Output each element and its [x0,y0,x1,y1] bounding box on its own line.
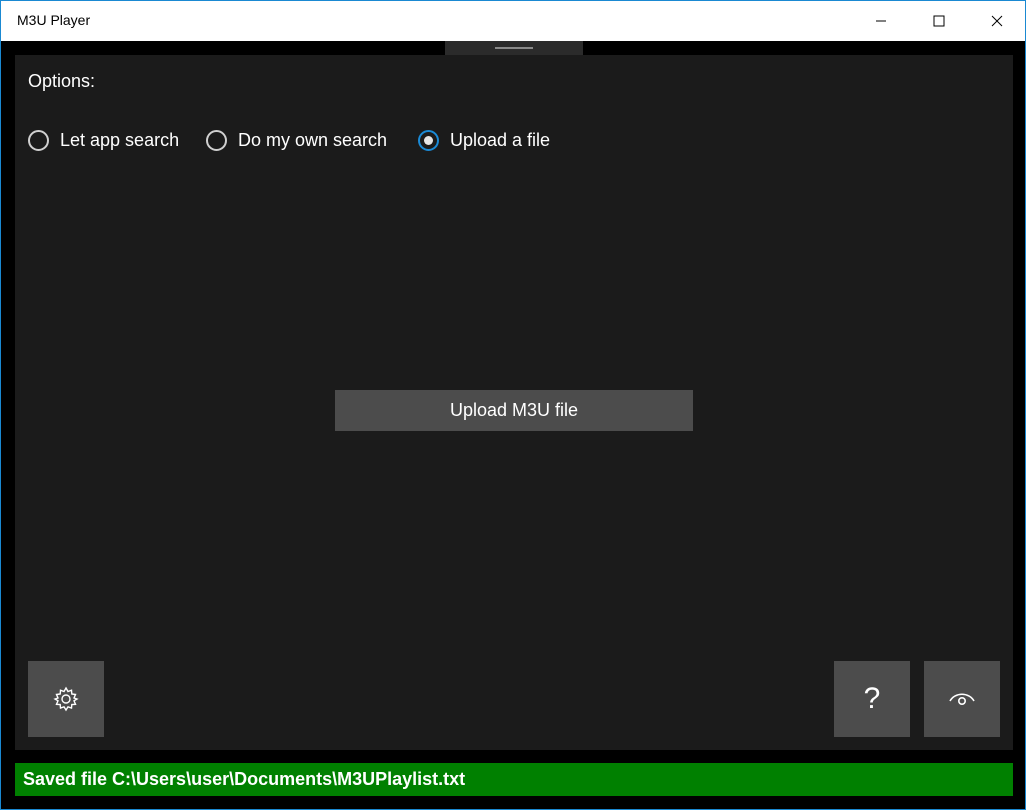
help-button[interactable]: ? [834,661,910,737]
app-window: M3U Player Options: Let app search Do my… [0,0,1026,810]
help-label: ? [863,682,881,715]
main-panel: Options: Let app search Do my own search… [15,55,1013,750]
radio-label: Upload a file [450,129,551,150]
view-button[interactable] [924,661,1000,737]
window-title: M3U Player [17,12,91,28]
minimize-icon [876,20,886,22]
pane-drag-handle[interactable] [445,41,583,55]
options-label: Options: [28,71,96,91]
maximize-icon [933,15,945,27]
radio-circle-checked[interactable] [418,129,439,151]
upload-m3u-button[interactable]: Upload M3U file [335,390,693,431]
radio-label: Do my own search [238,129,388,150]
settings-button[interactable] [28,661,104,737]
maximize-button[interactable] [910,1,968,41]
close-icon [991,15,1003,27]
radio-let-app-search[interactable]: Let app search [28,127,179,153]
eye-icon [949,693,975,706]
status-bar: Saved file C:\Users\user\Documents\M3UPl… [15,763,1013,796]
close-button[interactable] [968,1,1025,41]
radio-do-my-own-search[interactable]: Do my own search [206,127,387,153]
radio-circle[interactable] [206,129,227,151]
radio-upload-a-file[interactable]: Upload a file [418,127,550,153]
radio-circle[interactable] [28,129,49,151]
title-bar[interactable]: M3U Player [1,1,1025,41]
minimize-button[interactable] [852,1,910,41]
gear-icon [53,686,79,712]
radio-label: Let app search [60,129,180,150]
grip-icon [495,47,533,49]
